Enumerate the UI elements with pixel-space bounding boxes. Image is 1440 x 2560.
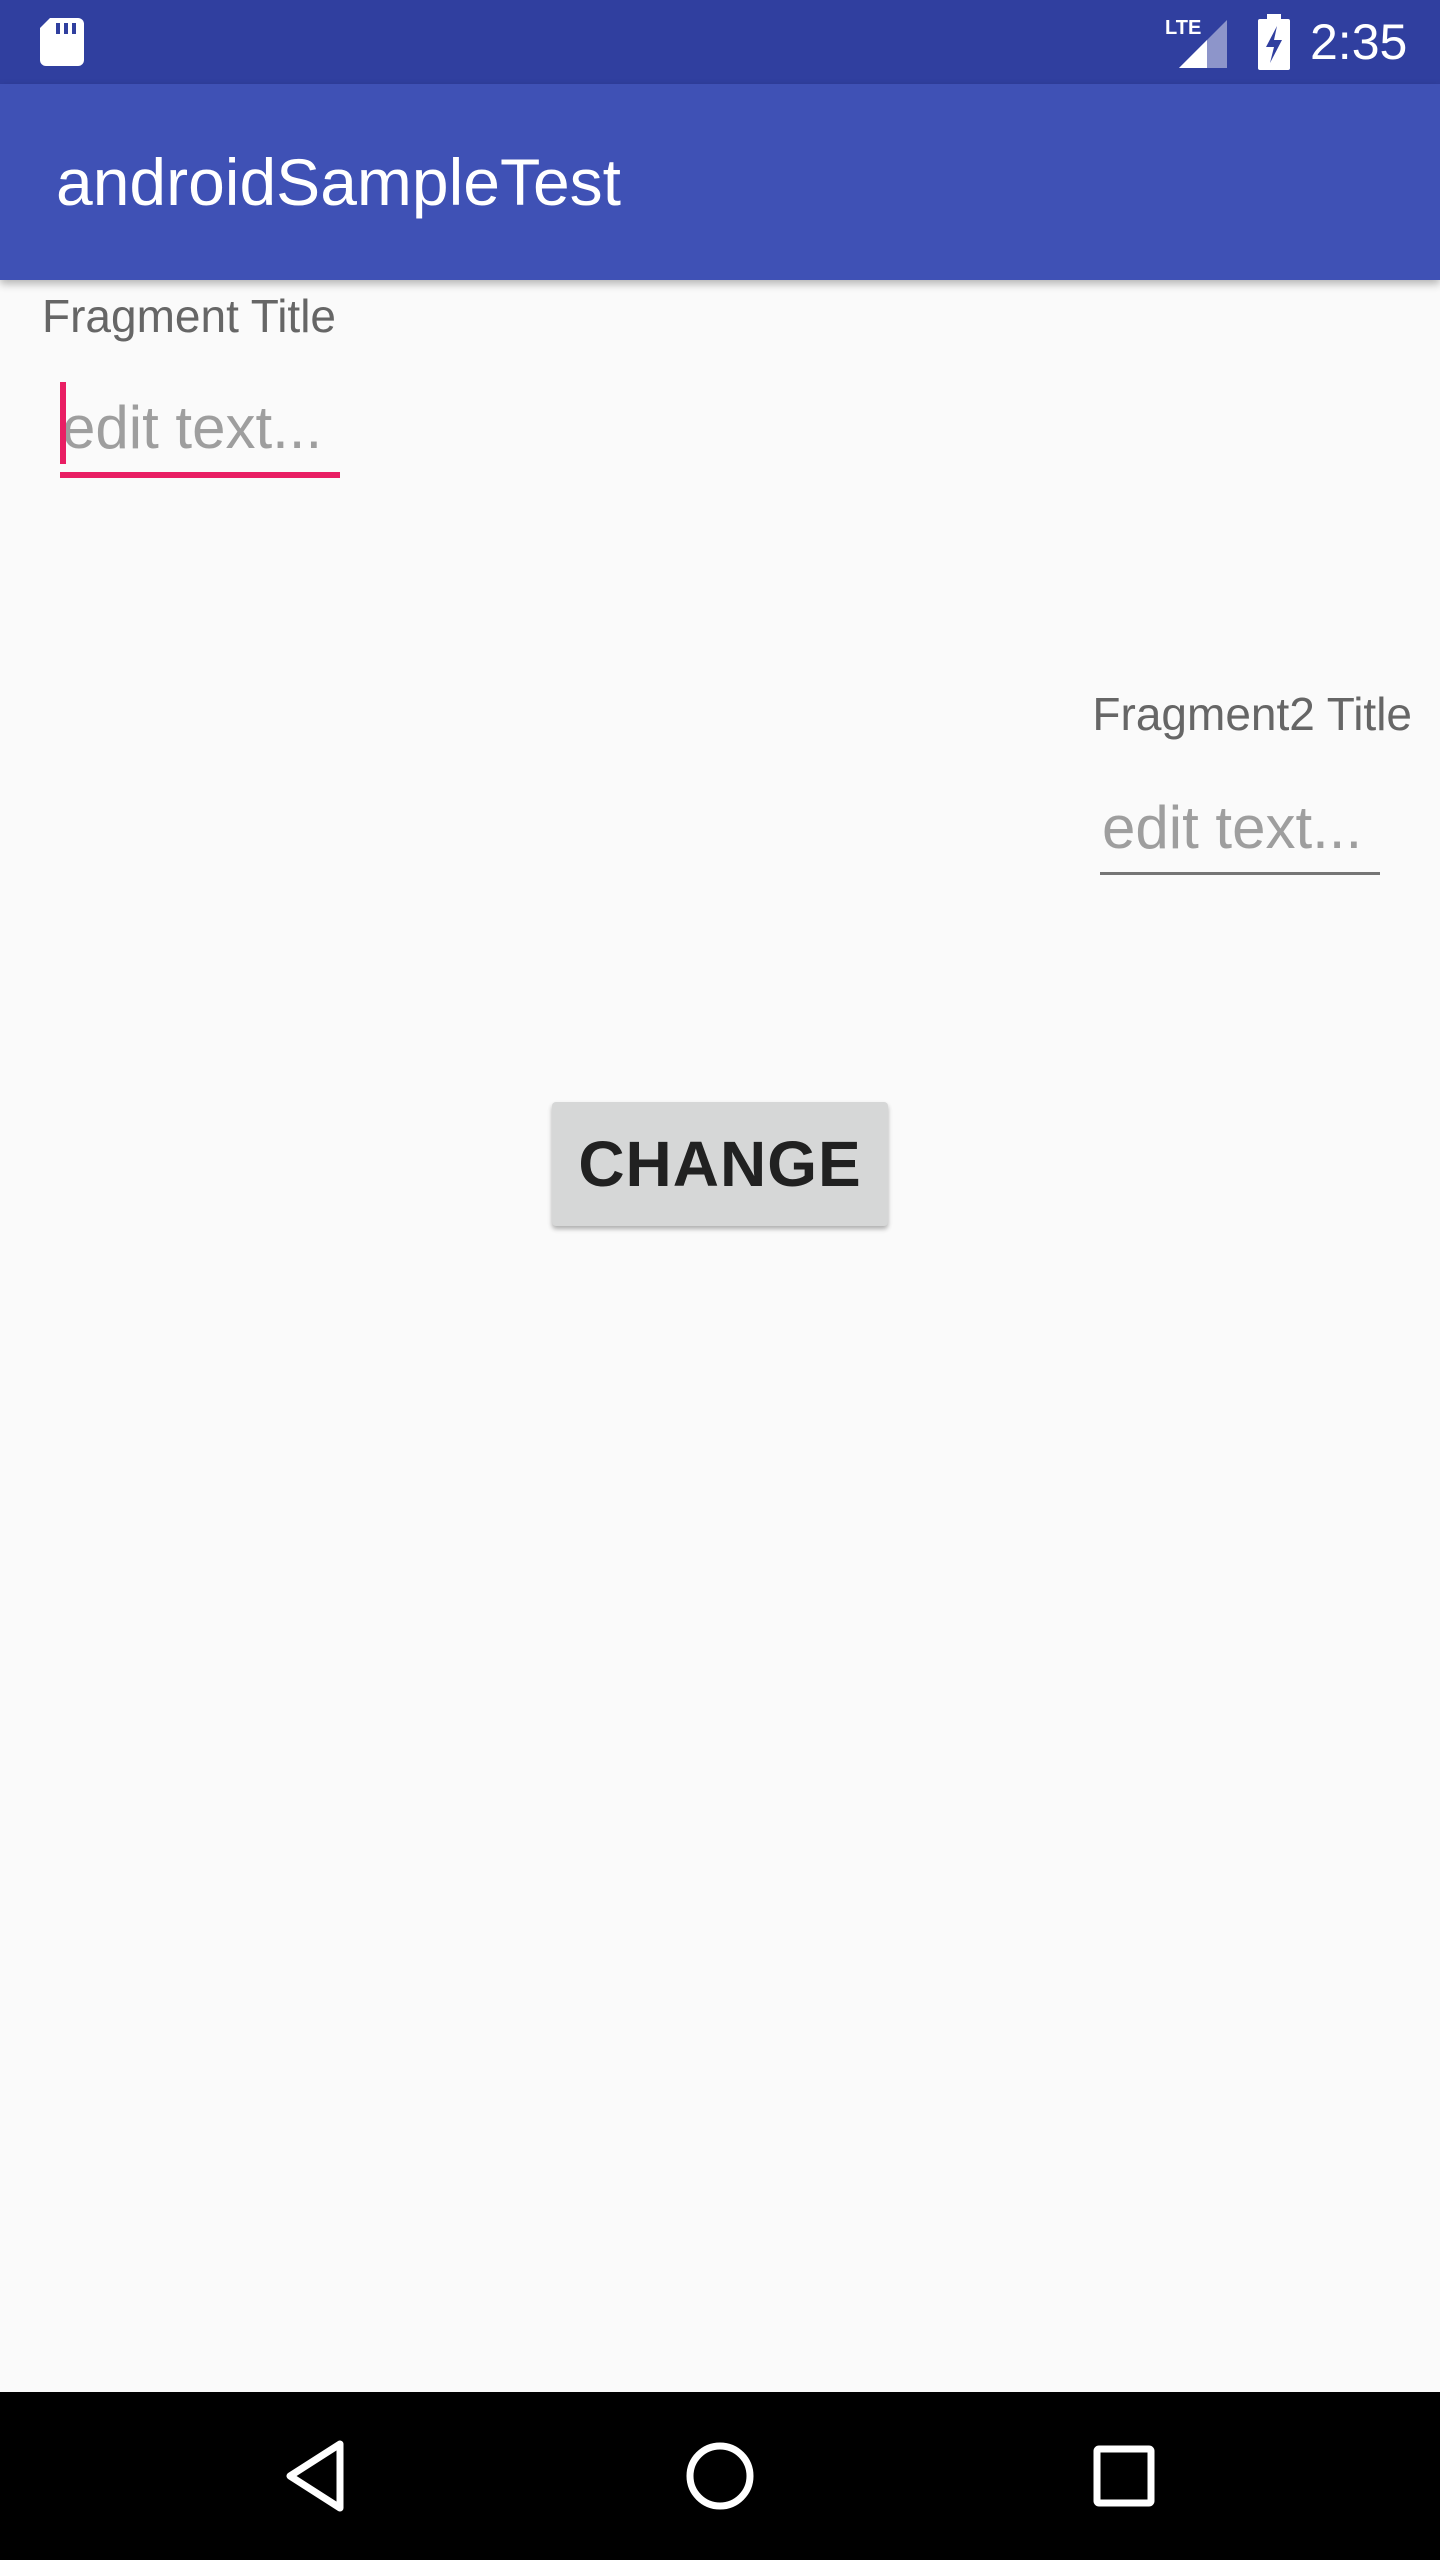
fragment1-edit-placeholder: edit text... xyxy=(62,394,323,461)
back-button[interactable] xyxy=(196,2392,436,2560)
fragment1-title: Fragment Title xyxy=(42,290,336,342)
navigation-bar xyxy=(0,2392,1440,2560)
svg-text:LTE: LTE xyxy=(1165,17,1201,39)
sd-card-icon xyxy=(40,18,84,66)
home-icon xyxy=(686,2442,754,2510)
change-button[interactable]: CHANGE xyxy=(552,1102,888,1226)
fragment2-edit-placeholder: edit text... xyxy=(1102,794,1363,861)
back-icon xyxy=(286,2440,344,2512)
fragment1-edit-underline xyxy=(60,472,340,478)
fragment2-title: Fragment2 Title xyxy=(1092,688,1412,740)
app-bar: androidSampleTest xyxy=(0,84,1440,280)
status-bar: LTE 2:35 xyxy=(0,0,1440,84)
text-cursor xyxy=(60,382,66,464)
status-clock: 2:35 xyxy=(1310,14,1408,70)
app-title: androidSampleTest xyxy=(56,145,621,219)
recents-icon xyxy=(1093,2445,1155,2507)
home-button[interactable] xyxy=(600,2392,840,2560)
recents-button[interactable] xyxy=(1004,2392,1244,2560)
fragment2-edit-underline xyxy=(1100,872,1380,875)
fragment2-edit-text[interactable]: edit text... xyxy=(1100,778,1380,878)
fragment1-edit-text[interactable]: edit text... xyxy=(60,378,340,482)
lte-signal-icon: LTE xyxy=(1165,17,1227,68)
battery-charging-icon xyxy=(1258,14,1290,70)
